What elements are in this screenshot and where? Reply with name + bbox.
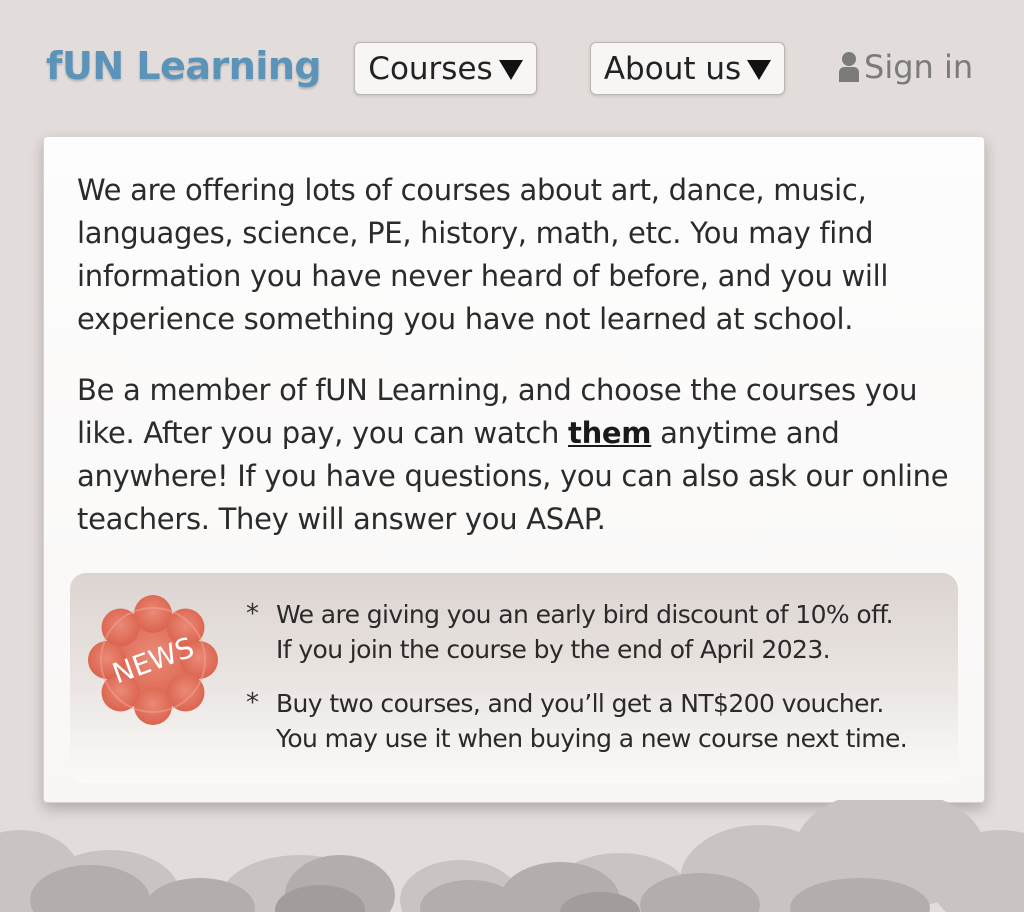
news-item-line1: Buy two courses, and you’ll get a NT$200… bbox=[276, 689, 884, 718]
content-card: We are offering lots of courses about ar… bbox=[43, 136, 985, 803]
news-item-line2: If you join the course by the end of Apr… bbox=[276, 635, 831, 664]
courses-dropdown-button[interactable]: Courses bbox=[354, 42, 537, 95]
triangle-down-icon bbox=[747, 59, 772, 80]
membership-paragraph: Be a member of fUN Learning, and choose … bbox=[77, 369, 957, 541]
logo[interactable]: fUN Learning bbox=[46, 44, 322, 88]
them-link[interactable]: them bbox=[568, 416, 652, 450]
sign-in-label: Sign in bbox=[864, 48, 974, 86]
news-item: * Buy two courses, and you’ll get a NT$2… bbox=[246, 686, 946, 756]
news-box: NEWS * We are giving you an early bird d… bbox=[70, 573, 958, 783]
asterisk-bullet: * bbox=[246, 599, 259, 629]
courses-label: Courses bbox=[368, 50, 493, 87]
news-item: * We are giving you an early bird discou… bbox=[246, 597, 946, 667]
about-us-label: About us bbox=[603, 50, 742, 87]
news-item-line2: You may use it when buying a new course … bbox=[276, 724, 908, 753]
user-icon bbox=[839, 52, 859, 82]
asterisk-bullet: * bbox=[246, 688, 259, 718]
header: fUN Learning Courses About us Sign in bbox=[0, 0, 1024, 135]
news-badge-icon: NEWS bbox=[88, 595, 218, 725]
sign-in-link[interactable]: Sign in bbox=[838, 48, 973, 86]
news-item-line1: We are giving you an early bird discount… bbox=[276, 600, 894, 629]
decorative-clouds bbox=[0, 800, 1024, 912]
intro-paragraph: We are offering lots of courses about ar… bbox=[77, 173, 889, 336]
about-us-dropdown-button[interactable]: About us bbox=[590, 42, 785, 95]
triangle-down-icon bbox=[498, 59, 523, 80]
